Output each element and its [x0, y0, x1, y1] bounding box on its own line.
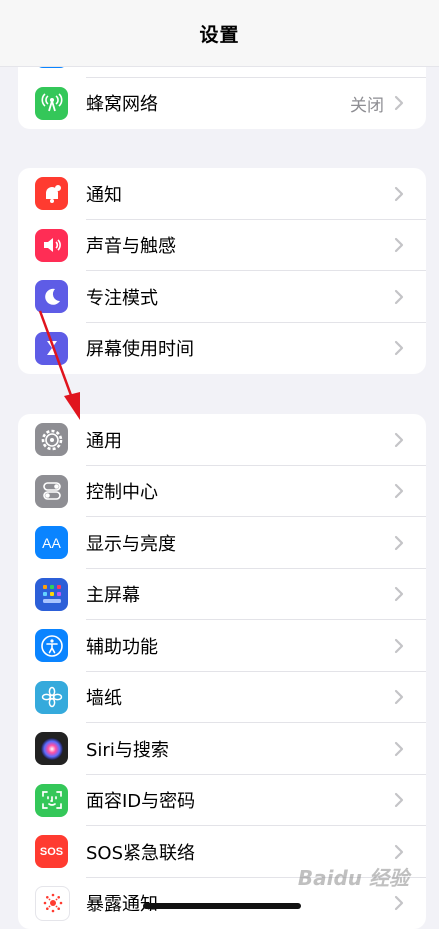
- settings-row-wallpaper[interactable]: 墙纸: [18, 672, 426, 724]
- settings-row-home-screen[interactable]: 主屏幕: [18, 569, 426, 621]
- face-id-icon: [35, 784, 68, 817]
- siri-icon: [35, 732, 68, 765]
- settings-row-screen-time[interactable]: 屏幕使用时间: [18, 323, 426, 375]
- settings-row-face-id[interactable]: 面容ID与密码: [18, 775, 426, 827]
- hourglass-icon: [35, 332, 68, 365]
- accessibility-icon: [35, 629, 68, 662]
- settings-row-label: 控制中心: [86, 478, 158, 504]
- aa-icon: AA: [35, 526, 68, 559]
- page-title: 设置: [199, 20, 239, 47]
- navigation-bar: 设置: [0, 0, 439, 67]
- settings-row-label: 声音与触感: [86, 232, 176, 258]
- chevron-right-icon: [392, 93, 406, 113]
- chevron-right-icon: [392, 287, 406, 307]
- chevron-right-icon: [392, 184, 406, 204]
- bell-icon: [35, 177, 68, 210]
- home-indicator[interactable]: [143, 903, 301, 909]
- settings-row-label: 显示与亮度: [86, 530, 176, 556]
- settings-row-label: SOS紧急联络: [86, 839, 195, 865]
- settings-row-accessibility[interactable]: 辅助功能: [18, 620, 426, 672]
- chevron-right-icon: [392, 687, 406, 707]
- sos-icon-text: SOS: [40, 846, 63, 858]
- settings-row-label: Siri与搜索: [86, 736, 169, 762]
- settings-row-label: 主屏幕: [86, 581, 140, 607]
- chevron-right-icon: [392, 338, 406, 358]
- settings-row-label: 通用: [86, 427, 122, 453]
- settings-row-label: 专注模式: [86, 284, 158, 310]
- settings-row-label: 通知: [86, 181, 122, 207]
- settings-row-siri[interactable]: Siri与搜索: [18, 723, 426, 775]
- settings-group-general: 通用 控制中心 AA 显示与亮度 主屏幕: [18, 414, 426, 929]
- app-grid-icon: [35, 578, 68, 611]
- settings-row-control-center[interactable]: 控制中心: [18, 466, 426, 518]
- settings-row-focus[interactable]: 专注模式: [18, 271, 426, 323]
- settings-row-label: 蜂窝网络: [86, 90, 158, 116]
- settings-row-label: 墙纸: [86, 684, 122, 710]
- settings-row-label: 面容ID与密码: [86, 787, 195, 813]
- chevron-right-icon: [392, 636, 406, 656]
- settings-row-label: 辅助功能: [86, 633, 158, 659]
- chevron-right-icon: [392, 739, 406, 759]
- speaker-icon: [35, 229, 68, 262]
- watermark: Baidu 经验: [298, 862, 409, 891]
- toggles-icon: [35, 475, 68, 508]
- settings-row-display[interactable]: AA 显示与亮度: [18, 517, 426, 569]
- settings-row-general[interactable]: 通用: [18, 414, 426, 466]
- chevron-right-icon: [392, 481, 406, 501]
- flower-icon: [35, 681, 68, 714]
- chevron-right-icon: [392, 235, 406, 255]
- chevron-right-icon: [392, 893, 406, 913]
- chevron-right-icon: [392, 842, 406, 862]
- settings-row-cellular[interactable]: 蜂窝网络 关闭: [18, 78, 426, 130]
- exposure-icon: [35, 886, 70, 921]
- antenna-icon: [35, 87, 68, 120]
- settings-row-label: 屏幕使用时间: [86, 335, 194, 361]
- settings-row-value: 关闭: [350, 91, 384, 116]
- moon-icon: [35, 280, 68, 313]
- chevron-right-icon: [392, 790, 406, 810]
- sos-icon: SOS: [35, 835, 68, 868]
- settings-row-sounds[interactable]: 声音与触感: [18, 220, 426, 272]
- settings-row-notifications[interactable]: 通知: [18, 168, 426, 220]
- aa-icon-text: AA: [42, 535, 61, 551]
- chevron-right-icon: [392, 533, 406, 553]
- chevron-right-icon: [392, 430, 406, 450]
- settings-group-notifications: 通知 声音与触感 专注模式 屏幕使用时间: [18, 168, 426, 374]
- gear-icon: [35, 423, 68, 456]
- chevron-right-icon: [392, 584, 406, 604]
